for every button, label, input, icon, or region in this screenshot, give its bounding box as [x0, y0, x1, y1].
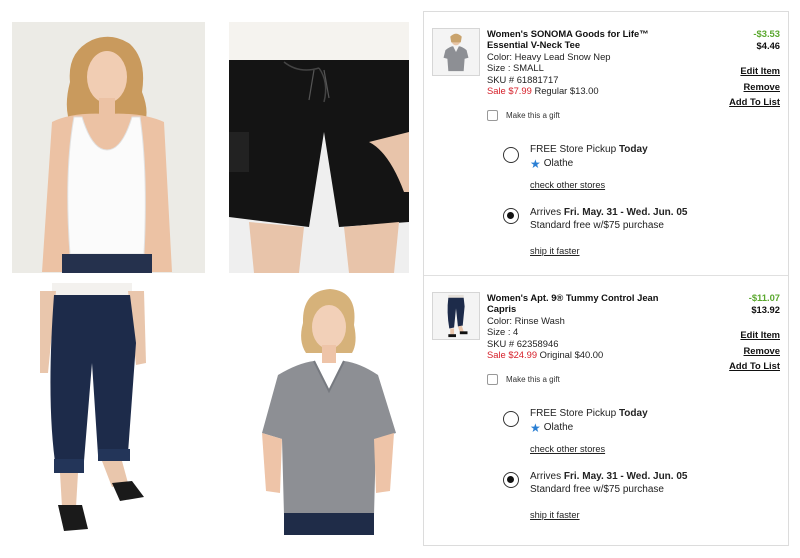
item-actions: Edit Item Remove Add To List	[729, 327, 780, 374]
arrives-label: Arrives	[530, 471, 562, 482]
product-name[interactable]: Women's Apt. 9® Tummy Control Jean Capri…	[487, 292, 683, 315]
product-color: Color: Heavy Lead Snow Nep	[487, 50, 611, 62]
store-pickup-option: FREE Store Pickup Today ★ Olathe	[530, 408, 648, 434]
product-info: Women's SONOMA Goods for Life™ Essential…	[487, 28, 683, 96]
star-icon: ★	[530, 156, 541, 171]
ship-radio[interactable]	[503, 208, 519, 224]
product-color: Color: Rinse Wash	[487, 314, 565, 326]
gray-vneck-tee-photo	[258, 283, 398, 535]
price-line: Sale $24.99 Original $40.00	[487, 349, 683, 360]
price-summary: -$3.53 $4.46	[753, 28, 780, 51]
ship-it-faster-link[interactable]: ship it faster	[530, 510, 580, 520]
product-sku: SKU # 61881717	[487, 73, 559, 85]
discount-amount: -$11.07	[748, 292, 780, 303]
product-sku: SKU # 62358946	[487, 337, 559, 349]
star-icon: ★	[530, 420, 541, 435]
shipping-note: Standard free w/$75 purchase	[530, 219, 664, 231]
check-other-stores-link[interactable]: check other stores	[530, 180, 605, 190]
ship-it-faster-link[interactable]: ship it faster	[530, 246, 580, 256]
ship-radio[interactable]	[503, 472, 519, 488]
jean-capris-photo	[32, 283, 152, 535]
product-thumbnail[interactable]	[432, 292, 480, 340]
cart-panel: Women's SONOMA Goods for Life™ Essential…	[423, 11, 789, 546]
gift-option: Make this a gift	[487, 110, 560, 121]
remove-link[interactable]: Remove	[729, 343, 780, 359]
check-other-stores-link[interactable]: check other stores	[530, 444, 605, 454]
product-info: Women's Apt. 9® Tummy Control Jean Capri…	[487, 292, 683, 360]
add-to-list-link[interactable]: Add To List	[729, 94, 780, 110]
pickup-store: Olathe	[543, 421, 574, 433]
arrives-dates: Fri. May. 31 - Wed. Jun. 05	[563, 207, 688, 218]
ship-option: Arrives Fri. May. 31 - Wed. Jun. 05 Stan…	[530, 471, 687, 496]
shipping-note: Standard free w/$75 purchase	[530, 483, 664, 495]
edit-item-link[interactable]: Edit Item	[729, 327, 780, 343]
ship-option: Arrives Fri. May. 31 - Wed. Jun. 05 Stan…	[530, 207, 687, 232]
black-shorts-photo	[229, 22, 409, 273]
price-summary: -$11.07 $13.92	[749, 292, 780, 315]
product-size: Size : 4	[487, 326, 519, 338]
arrives-dates: Fri. May. 31 - Wed. Jun. 05	[563, 471, 688, 482]
price-line: Sale $7.99 Regular $13.00	[487, 85, 683, 96]
gift-checkbox[interactable]	[487, 374, 498, 385]
gift-checkbox[interactable]	[487, 110, 498, 121]
final-price: $13.92	[751, 303, 780, 315]
original-price: Original $40.00	[539, 349, 604, 361]
edit-item-link[interactable]: Edit Item	[729, 63, 780, 79]
pickup-when: Today	[618, 144, 648, 155]
gift-label: Make this a gift	[506, 375, 560, 384]
sale-price: Sale $24.99	[487, 349, 538, 361]
pickup-store: Olathe	[543, 157, 574, 169]
item-actions: Edit Item Remove Add To List	[729, 63, 780, 110]
item-divider	[424, 275, 788, 276]
discount-amount: -$3.53	[753, 28, 780, 39]
arrives-label: Arrives	[530, 207, 562, 218]
add-to-list-link[interactable]: Add To List	[729, 358, 780, 374]
pickup-when: Today	[618, 408, 648, 419]
final-price: $4.46	[756, 39, 780, 51]
pickup-label: FREE Store Pickup	[530, 144, 617, 155]
original-price: Regular $13.00	[534, 85, 599, 97]
gift-option: Make this a gift	[487, 374, 560, 385]
white-tank-top-photo	[12, 22, 205, 273]
sale-price: Sale $7.99	[487, 85, 532, 97]
product-name[interactable]: Women's SONOMA Goods for Life™ Essential…	[487, 28, 683, 51]
store-pickup-radio[interactable]	[503, 411, 519, 427]
product-size: Size : SMALL	[487, 62, 544, 74]
product-thumbnail[interactable]	[432, 28, 480, 76]
remove-link[interactable]: Remove	[729, 79, 780, 95]
store-pickup-radio[interactable]	[503, 147, 519, 163]
gift-label: Make this a gift	[506, 111, 560, 120]
pickup-label: FREE Store Pickup	[530, 408, 617, 419]
store-pickup-option: FREE Store Pickup Today ★ Olathe	[530, 144, 648, 170]
